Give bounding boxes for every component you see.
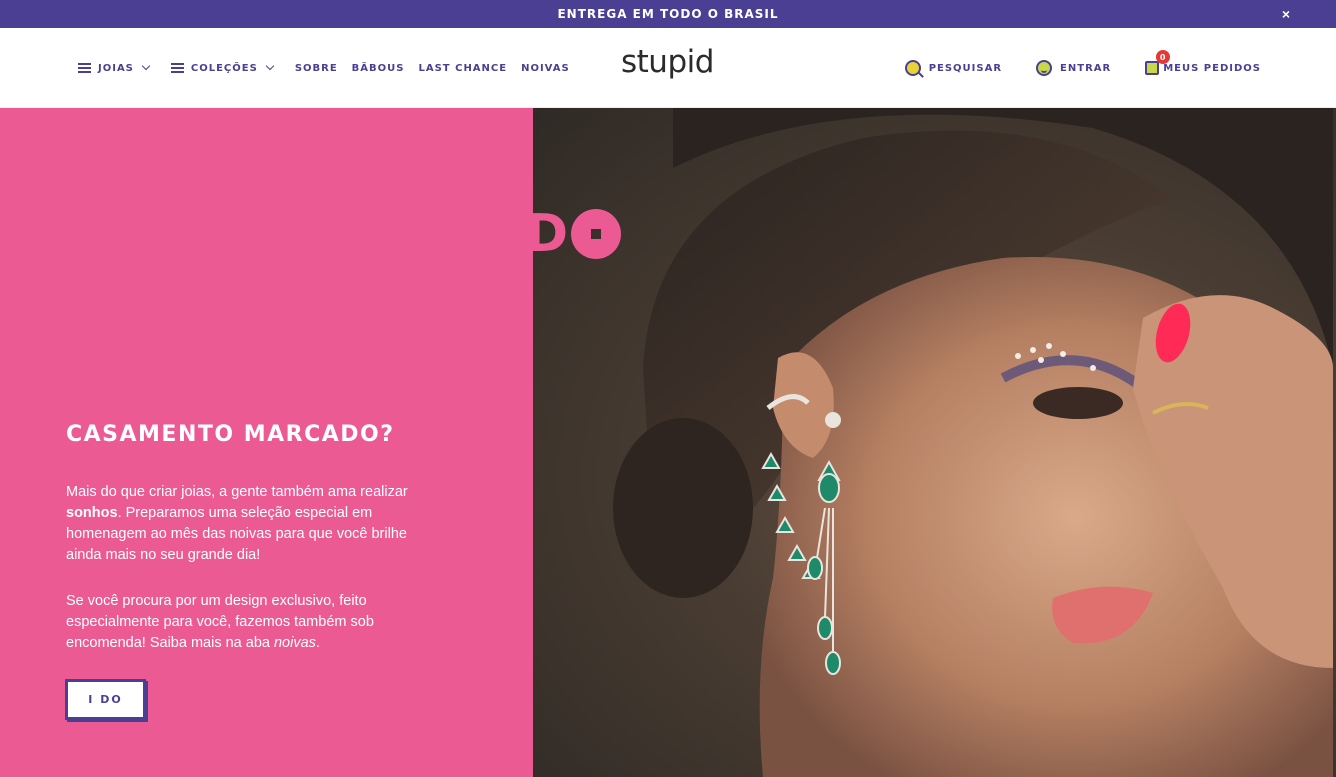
nav-colecoes[interactable]: COLEÇÕES [170, 61, 275, 74]
login-button[interactable]: ENTRAR [1036, 60, 1111, 76]
announcement-bar: ENTREGA EM TODO O BRASIL × [0, 0, 1336, 28]
i-do-logo-letter: D [533, 204, 569, 264]
main-nav: JOIAS COLEÇÕES SOBRE BÃBOUS LAST CHANCE … [78, 28, 584, 108]
menu-icon [78, 63, 91, 73]
close-icon[interactable]: × [1282, 6, 1290, 22]
hero-paragraph-2: Se você procura por um design exclusivo,… [66, 593, 374, 651]
orders-label: MEUS PEDIDOS [1163, 62, 1261, 74]
user-icon [1036, 60, 1053, 76]
hero-title: CASAMENTO MARCADO? [66, 422, 395, 447]
search-button[interactable]: PESQUISAR [904, 60, 1003, 76]
nav-joias-label: JOIAS [98, 62, 134, 74]
nav-colecoes-label: COLEÇÕES [190, 62, 258, 74]
chevron-down-icon [265, 61, 275, 71]
chevron-down-icon [141, 61, 151, 71]
nav-babous[interactable]: BÃBOUS [352, 63, 405, 74]
i-do-logo-mark: D [533, 204, 622, 264]
hero-bold-word: sonhos [66, 505, 118, 521]
orders-button[interactable]: 0 MEUS PEDIDOS [1145, 50, 1261, 75]
i-do-button[interactable]: I DO [65, 679, 146, 720]
menu-icon [170, 63, 184, 73]
bag-icon: 0 [1145, 50, 1171, 75]
nav-joias[interactable]: JOIAS [78, 61, 151, 74]
login-label: ENTRAR [1060, 62, 1112, 74]
hero-image: D [533, 108, 1336, 777]
site-header: JOIAS COLEÇÕES SOBRE BÃBOUS LAST CHANCE … [0, 28, 1336, 108]
nav-noivas[interactable]: NOIVAS [521, 63, 570, 74]
bride-photo [613, 108, 1333, 777]
search-label: PESQUISAR [928, 62, 1003, 74]
site-logo[interactable]: stupid [621, 44, 714, 80]
hero-italic-link: noivas [273, 635, 316, 651]
nav-sobre[interactable]: SOBRE [295, 63, 338, 74]
account-nav: PESQUISAR ENTRAR 0 MEUS PEDIDOS [871, 28, 1261, 108]
circle-icon [571, 209, 622, 259]
search-icon [904, 60, 921, 76]
announcement-text: ENTREGA EM TODO O BRASIL [557, 7, 779, 21]
hero-text-panel: CASAMENTO MARCADO? Mais do que criar joi… [0, 108, 533, 777]
nav-last-chance[interactable]: LAST CHANCE [418, 63, 507, 74]
hero-paragraph-1: Mais do que criar joias, a gente também … [66, 484, 408, 563]
